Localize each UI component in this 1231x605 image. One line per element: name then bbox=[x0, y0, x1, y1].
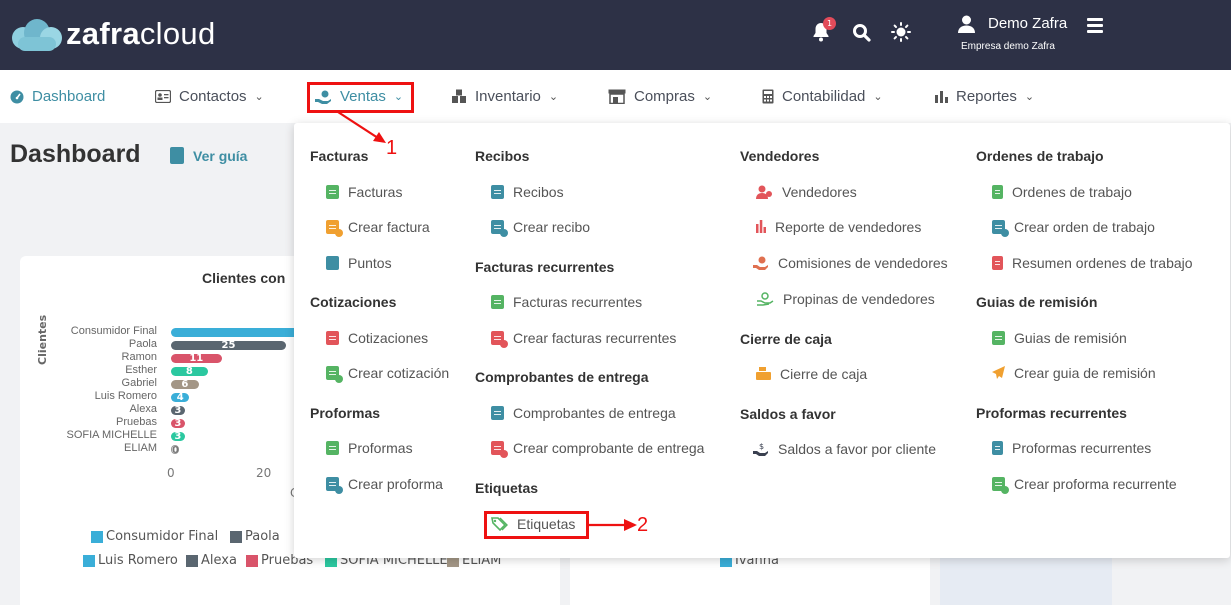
annotation-step-2: 2 bbox=[637, 514, 649, 536]
annotation-step-1: 1 bbox=[386, 137, 398, 159]
annotation-arrows bbox=[337, 111, 637, 531]
